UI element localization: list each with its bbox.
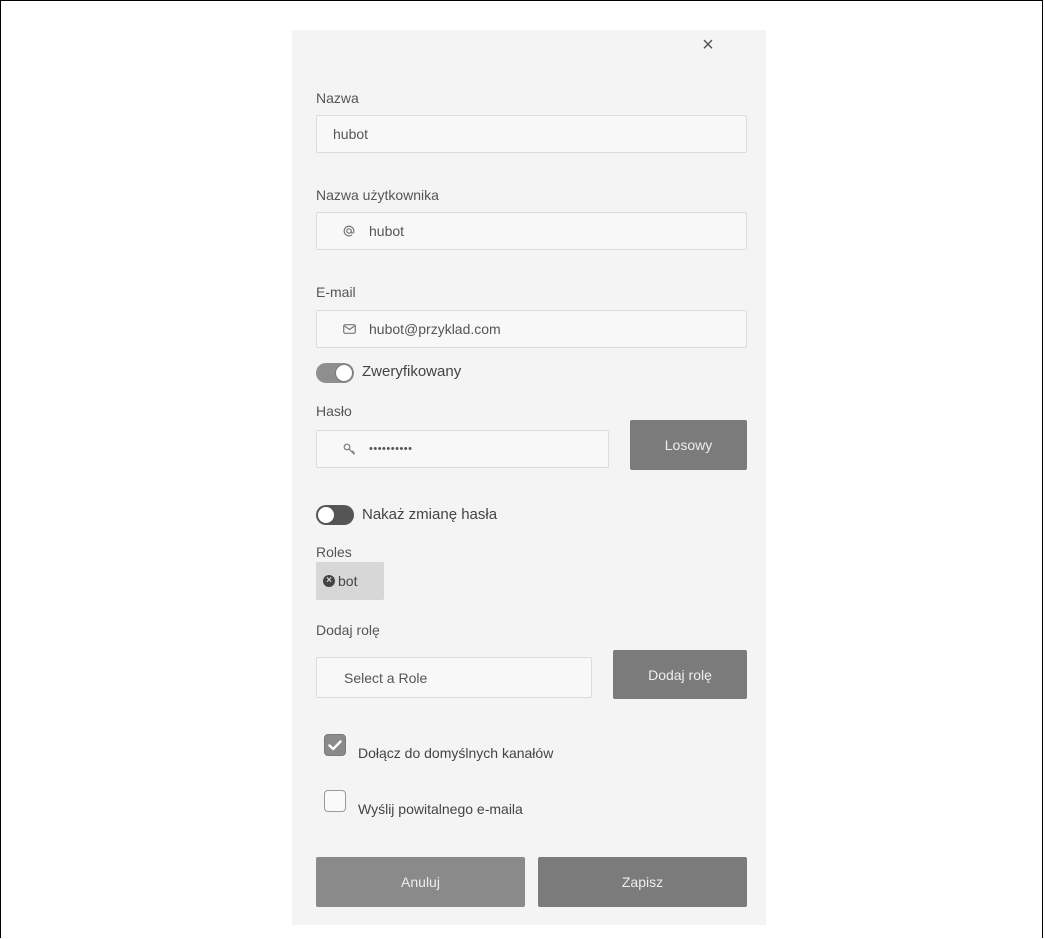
- close-icon[interactable]: ×: [700, 35, 716, 55]
- email-value: hubot@przyklad.com: [369, 321, 501, 337]
- role-select-placeholder: Select a Role: [344, 669, 428, 686]
- at-icon: [341, 223, 357, 239]
- name-input[interactable]: hubot: [316, 115, 747, 153]
- join-default-channels-checkbox[interactable]: [324, 734, 346, 756]
- require-password-change-label: Nakaż zmianę hasła: [362, 506, 498, 523]
- send-welcome-email-label: Wyślij powitalnego e-maila: [358, 801, 523, 817]
- cancel-button[interactable]: Anuluj: [316, 857, 525, 907]
- add-role-button[interactable]: Dodaj rolę: [613, 650, 747, 699]
- name-value: hubot: [333, 126, 369, 142]
- key-icon: [341, 441, 357, 457]
- save-button[interactable]: Zapisz: [538, 857, 747, 907]
- edit-user-panel: × Nazwa hubot Nazwa użytkownika hubot E-…: [292, 30, 766, 925]
- require-password-change-toggle[interactable]: [316, 505, 354, 525]
- roles-label: Roles: [316, 544, 352, 560]
- add-role-label: Dodaj rolę: [316, 622, 380, 638]
- email-input[interactable]: hubot@przyklad.com: [316, 310, 747, 348]
- username-value: hubot: [369, 223, 405, 239]
- role-chip-label: bot: [338, 573, 358, 589]
- random-password-button[interactable]: Losowy: [630, 420, 747, 470]
- role-select[interactable]: Select a Role: [316, 657, 592, 698]
- username-label: Nazwa użytkownika: [316, 187, 439, 203]
- name-label: Nazwa: [316, 90, 359, 106]
- envelope-icon: [341, 321, 357, 337]
- verified-toggle[interactable]: [316, 363, 354, 383]
- role-chip-bot[interactable]: × bot: [316, 562, 384, 600]
- email-label: E-mail: [316, 284, 356, 300]
- password-input[interactable]: ••••••••••: [316, 430, 609, 468]
- password-label: Hasło: [316, 403, 352, 419]
- verified-label: Zweryfikowany: [362, 363, 462, 380]
- password-value: ••••••••••: [369, 443, 413, 455]
- username-input[interactable]: hubot: [316, 212, 747, 250]
- send-welcome-email-checkbox[interactable]: [324, 790, 346, 812]
- checkmark-icon: [328, 739, 342, 750]
- join-default-channels-label: Dołącz do domyślnych kanałów: [358, 745, 554, 761]
- remove-role-icon[interactable]: ×: [323, 575, 335, 587]
